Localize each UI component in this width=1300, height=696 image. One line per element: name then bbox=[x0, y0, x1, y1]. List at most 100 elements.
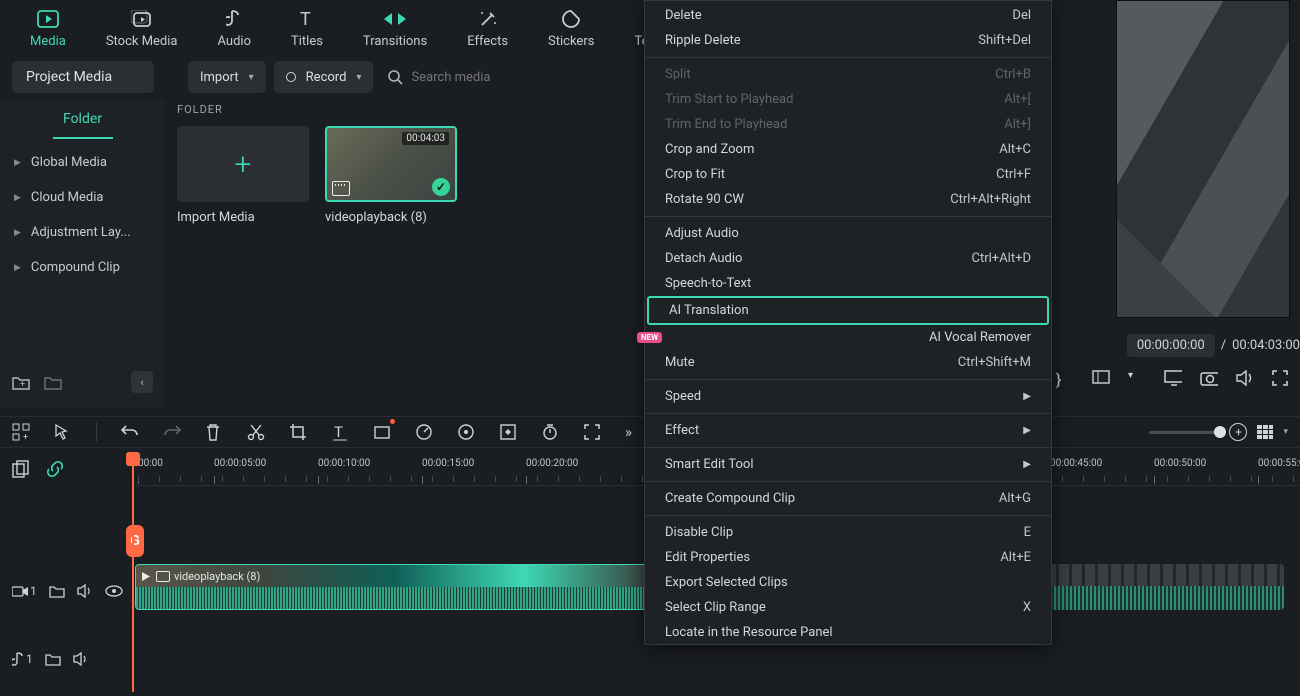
ctx-locate[interactable]: Locate in the Resource Panel bbox=[645, 620, 1051, 642]
keyframe-icon[interactable] bbox=[499, 423, 517, 441]
speed-icon[interactable] bbox=[415, 423, 433, 441]
stock-icon bbox=[131, 8, 153, 30]
undo-icon[interactable] bbox=[121, 423, 139, 441]
svg-text:T: T bbox=[334, 423, 343, 441]
visibility-icon[interactable] bbox=[105, 585, 123, 597]
ctx-speed[interactable]: Speed▶ bbox=[645, 384, 1051, 409]
tab-titles-label: Titles bbox=[291, 34, 323, 49]
zoom-in-icon[interactable]: + bbox=[1229, 423, 1247, 441]
ctx-ai-translation[interactable]: AI Translation bbox=[647, 296, 1049, 325]
tab-stock[interactable]: Stock Media bbox=[106, 8, 178, 49]
mute-icon[interactable] bbox=[73, 652, 89, 666]
more-tools-icon[interactable]: » bbox=[625, 423, 643, 441]
sidebar-label: Global Media bbox=[31, 155, 107, 170]
import-dropdown[interactable]: Import ▾ bbox=[188, 61, 266, 93]
thumbnail-view-icon[interactable] bbox=[1257, 425, 1273, 439]
svg-text:T: T bbox=[300, 10, 311, 28]
tab-audio[interactable]: Audio bbox=[218, 8, 251, 49]
ctx-disable-clip[interactable]: Disable ClipE bbox=[645, 520, 1051, 545]
mute-icon[interactable] bbox=[77, 584, 93, 598]
ctx-delete[interactable]: DeleteDel bbox=[645, 3, 1051, 28]
ctx-mute[interactable]: MuteCtrl+Shift+M bbox=[645, 350, 1051, 375]
ruler-tick: 00:00:15:00 bbox=[422, 458, 474, 469]
total-time: 00:04:03:00 bbox=[1232, 338, 1300, 353]
ctx-rotate[interactable]: Rotate 90 CWCtrl+Alt+Right bbox=[645, 187, 1051, 212]
ctx-trim-end: Trim End to PlayheadAlt+] bbox=[645, 112, 1051, 137]
tab-effects[interactable]: Effects bbox=[467, 8, 508, 49]
ctx-trim-start: Trim Start to PlayheadAlt+[ bbox=[645, 87, 1051, 112]
check-icon: ✓ bbox=[432, 178, 450, 196]
text-icon[interactable]: T bbox=[331, 423, 349, 441]
video-track-icon bbox=[12, 585, 28, 598]
video-clip-tail[interactable] bbox=[1046, 564, 1284, 610]
record-dot-icon bbox=[286, 72, 296, 82]
sidebar-item-adjustment[interactable]: ▶Adjustment Lay... bbox=[8, 215, 157, 250]
sidebar-item-cloud[interactable]: ▶Cloud Media bbox=[8, 180, 157, 215]
ctx-effect[interactable]: Effect▶ bbox=[645, 418, 1051, 443]
redo-icon[interactable] bbox=[163, 423, 181, 441]
chevron-down-icon[interactable]: ▾ bbox=[1283, 427, 1288, 437]
import-media-tile[interactable]: + Import Media bbox=[177, 126, 309, 225]
collapse-sidebar-button[interactable]: ‹ bbox=[131, 371, 153, 393]
bracket-icon[interactable]: } bbox=[1056, 370, 1074, 388]
sidebar-item-global[interactable]: ▶Global Media bbox=[8, 145, 157, 180]
folder-tab[interactable]: Folder bbox=[53, 105, 113, 139]
ctx-select-range[interactable]: Select Clip RangeX bbox=[645, 595, 1051, 620]
tab-titles[interactable]: T Titles bbox=[291, 8, 323, 49]
folder-icon[interactable] bbox=[44, 375, 62, 390]
tab-media[interactable]: Media bbox=[30, 8, 66, 49]
tab-transitions-label: Transitions bbox=[363, 34, 427, 49]
thumb-icon bbox=[156, 571, 170, 582]
chevron-down-icon[interactable]: ▾ bbox=[1128, 370, 1146, 388]
preview-video[interactable] bbox=[1116, 0, 1290, 318]
ctx-crop-fit[interactable]: Crop to FitCtrl+F bbox=[645, 162, 1051, 187]
color-icon[interactable] bbox=[457, 423, 475, 441]
zoom-slider[interactable]: + ▾ bbox=[1149, 423, 1288, 441]
timer-icon[interactable] bbox=[541, 423, 559, 441]
playhead[interactable] bbox=[132, 452, 134, 692]
record-dropdown[interactable]: Record ▾ bbox=[274, 61, 374, 93]
expand-icon[interactable] bbox=[583, 423, 601, 441]
ctx-compound[interactable]: Create Compound ClipAlt+G bbox=[645, 486, 1051, 511]
search-icon bbox=[387, 69, 403, 85]
ctx-detach-audio[interactable]: Detach AudioCtrl+Alt+D bbox=[645, 246, 1051, 271]
duplicate-icon[interactable] bbox=[12, 460, 30, 478]
grid-add-icon[interactable]: + bbox=[12, 423, 30, 441]
motion-icon[interactable] bbox=[373, 423, 391, 441]
media-tile-clip1[interactable]: 00:04:03 ✓ videoplayback (8) bbox=[325, 126, 457, 225]
import-media-label: Import Media bbox=[177, 210, 309, 225]
sidebar-item-compound[interactable]: ▶Compound Clip bbox=[8, 250, 157, 285]
ctx-export-selected[interactable]: Export Selected Clips bbox=[645, 570, 1051, 595]
ratio-icon[interactable] bbox=[1092, 370, 1110, 388]
current-time[interactable]: 00:00:00:00 bbox=[1127, 334, 1215, 357]
ctx-crop-zoom[interactable]: Crop and ZoomAlt+C bbox=[645, 137, 1051, 162]
tab-stickers[interactable]: Stickers bbox=[548, 8, 594, 49]
ctx-smart-edit[interactable]: Smart Edit Tool▶ bbox=[645, 452, 1051, 477]
project-media-pill[interactable]: Project Media bbox=[12, 61, 154, 93]
ctx-split: SplitCtrl+B bbox=[645, 62, 1051, 87]
audio-track-icon bbox=[12, 652, 24, 667]
ctx-adjust-audio[interactable]: Adjust Audio bbox=[645, 221, 1051, 246]
audio-track-head: 1 bbox=[0, 632, 130, 686]
ctx-speech-to-text[interactable]: Speech-to-Text bbox=[645, 271, 1051, 296]
sidebar-label: Adjustment Lay... bbox=[31, 225, 131, 240]
cursor-icon[interactable] bbox=[54, 423, 72, 441]
ctx-edit-properties[interactable]: Edit PropertiesAlt+E bbox=[645, 545, 1051, 570]
tab-transitions[interactable]: Transitions bbox=[363, 8, 427, 49]
search-input[interactable] bbox=[411, 70, 551, 85]
folder-icon[interactable] bbox=[49, 584, 65, 598]
delete-icon[interactable] bbox=[205, 423, 223, 441]
submenu-arrow-icon: ▶ bbox=[1023, 425, 1031, 436]
split-icon[interactable] bbox=[247, 423, 265, 441]
ctx-ripple-delete[interactable]: Ripple DeleteShift+Del bbox=[645, 28, 1051, 53]
link-icon[interactable] bbox=[46, 460, 64, 478]
ctx-ai-vocal-remover[interactable]: NEWAI Vocal Remover bbox=[645, 325, 1051, 350]
playhead-handle[interactable]: G bbox=[126, 525, 144, 557]
volume-icon[interactable] bbox=[1236, 370, 1254, 388]
new-folder-icon[interactable]: + bbox=[12, 375, 30, 390]
crop-icon[interactable] bbox=[289, 423, 307, 441]
display-icon[interactable] bbox=[1164, 370, 1182, 388]
camera-icon[interactable] bbox=[1200, 370, 1218, 388]
folder-icon[interactable] bbox=[45, 652, 61, 666]
fullscreen-icon[interactable] bbox=[1272, 370, 1290, 388]
